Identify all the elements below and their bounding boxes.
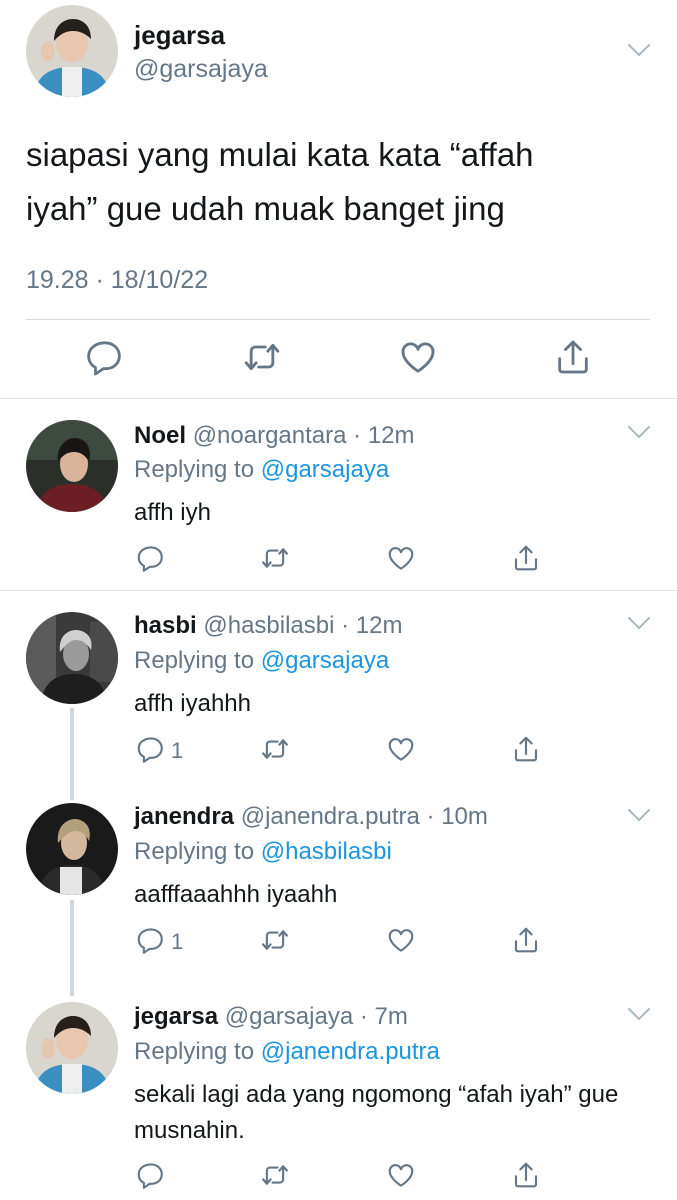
thread-line xyxy=(70,900,74,996)
heart-icon[interactable] xyxy=(386,543,416,573)
reply-header: Noel @noargantara · 12m xyxy=(134,422,415,450)
reply-time: · 7m xyxy=(359,1003,408,1030)
author-handle[interactable]: @hasbilasbi xyxy=(203,612,334,639)
author-name[interactable]: janendra xyxy=(134,803,234,830)
tweet-text-line: iyah” gue udah muak banget jing xyxy=(26,190,505,227)
replying-label: Replying to xyxy=(134,456,255,483)
reply-header: hasbi @hasbilasbi · 12m xyxy=(134,612,403,640)
replying-label: Replying to xyxy=(134,838,255,865)
retweet-icon[interactable] xyxy=(260,543,290,573)
author-name[interactable]: jegarsa xyxy=(134,1003,218,1030)
replying-to: Replying to @garsajaya xyxy=(134,456,389,484)
avatar[interactable] xyxy=(26,1002,118,1094)
retweet-icon[interactable] xyxy=(260,1160,290,1190)
thread-line xyxy=(70,708,74,800)
author-handle[interactable]: @janendra.putra xyxy=(241,803,420,830)
heart-icon[interactable] xyxy=(386,1160,416,1190)
reply-text: affh iyahhh xyxy=(134,690,251,717)
heart-icon[interactable] xyxy=(398,337,438,377)
author-name[interactable]: Noel xyxy=(134,422,186,449)
mention-link[interactable]: @hasbilasbi xyxy=(261,838,392,865)
reply-icon[interactable] xyxy=(85,337,125,377)
author-handle[interactable]: @garsajaya xyxy=(134,55,268,84)
reply-header: jegarsa @garsajaya · 7m xyxy=(134,1003,408,1031)
share-icon[interactable] xyxy=(511,925,541,955)
author-handle[interactable]: @garsajaya xyxy=(225,1003,353,1030)
avatar[interactable] xyxy=(26,420,118,512)
heart-icon[interactable] xyxy=(386,734,416,764)
reply-time: · 12m xyxy=(341,612,403,639)
chevron-down-icon[interactable] xyxy=(626,615,652,631)
share-icon[interactable] xyxy=(511,734,541,764)
reply-icon[interactable] xyxy=(136,1160,166,1190)
tweet-text-line: siapasi yang mulai kata kata “affah xyxy=(26,136,534,173)
chevron-down-icon[interactable] xyxy=(626,424,652,440)
reply-time: · 12m xyxy=(353,422,415,449)
mention-link[interactable]: @garsajaya xyxy=(261,456,389,483)
chevron-down-icon[interactable] xyxy=(626,1006,652,1022)
avatar[interactable] xyxy=(26,803,118,895)
author-name[interactable]: jegarsa xyxy=(134,20,225,51)
replying-to: Replying to @garsajaya xyxy=(134,647,389,675)
chevron-down-icon[interactable] xyxy=(626,807,652,823)
replying-label: Replying to xyxy=(134,647,255,674)
author-name[interactable]: hasbi xyxy=(134,612,197,639)
avatar[interactable] xyxy=(26,612,118,704)
divider xyxy=(26,319,650,320)
tweet-text: siapasi yang mulai kata kata “affah iyah… xyxy=(26,128,636,236)
reply-count: 1 xyxy=(171,929,184,954)
divider xyxy=(0,590,677,591)
reply-icon[interactable] xyxy=(136,734,166,764)
replying-to: Replying to @hasbilasbi xyxy=(134,838,392,866)
retweet-icon[interactable] xyxy=(242,337,282,377)
replying-label: Replying to xyxy=(134,1038,255,1065)
share-icon[interactable] xyxy=(553,337,593,377)
tweet-timestamp[interactable]: 19.28 · 18/10/22 xyxy=(26,266,208,295)
mention-link[interactable]: @janendra.putra xyxy=(261,1038,440,1065)
retweet-icon[interactable] xyxy=(260,925,290,955)
reply-time: · 10m xyxy=(426,803,488,830)
reply-header: janendra @janendra.putra · 10m xyxy=(134,803,488,831)
share-icon[interactable] xyxy=(511,543,541,573)
reply-count: 1 xyxy=(171,738,184,763)
mention-link[interactable]: @garsajaya xyxy=(261,647,389,674)
avatar[interactable] xyxy=(26,5,118,97)
chevron-down-icon[interactable] xyxy=(626,42,652,58)
reply-icon[interactable] xyxy=(136,543,166,573)
share-icon[interactable] xyxy=(511,1160,541,1190)
reply-text: affh iyh xyxy=(134,499,211,526)
author-handle[interactable]: @noargantara xyxy=(193,422,347,449)
heart-icon[interactable] xyxy=(386,925,416,955)
replying-to: Replying to @janendra.putra xyxy=(134,1038,440,1066)
retweet-icon[interactable] xyxy=(260,734,290,764)
divider xyxy=(0,398,677,399)
reply-text: sekali lagi ada yang ngomong “afah iyah”… xyxy=(134,1081,619,1144)
reply-icon[interactable] xyxy=(136,925,166,955)
reply-text: aafffaaahhh iyaahh xyxy=(134,881,338,908)
